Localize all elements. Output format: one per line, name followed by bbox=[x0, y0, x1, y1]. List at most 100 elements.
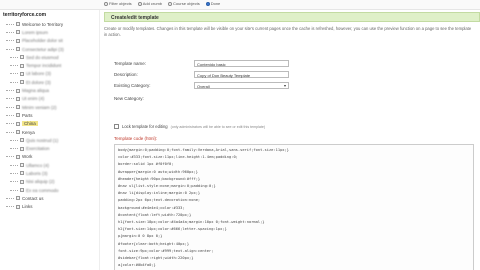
tree-item-label[interactable]: Exercitation bbox=[26, 146, 50, 151]
code-line: #nav ul{list-style:none;margin:0;padding… bbox=[118, 184, 216, 189]
page-icon bbox=[20, 55, 24, 60]
tree-item-label[interactable]: Ut enim (4) bbox=[22, 96, 44, 101]
tree-item-label[interactable]: Work bbox=[22, 154, 32, 159]
page-icon bbox=[20, 179, 24, 184]
filter-option-done[interactable]: Done bbox=[205, 1, 221, 6]
tree-item-label[interactable]: Ut labore (3) bbox=[26, 71, 51, 76]
page-tree: Welcome to Territory Lorem ipsum Placehold… bbox=[2, 20, 98, 211]
tree-item[interactable]: Ullamco (4) bbox=[2, 161, 98, 169]
code-line: font-size:9px;color:#999;text-align:cent… bbox=[118, 248, 214, 253]
filter-label: Done bbox=[210, 1, 221, 6]
filter-options: Filter objects Add crumb Course objects … bbox=[104, 1, 220, 6]
tree-item[interactable]: Sed do eiusmod bbox=[2, 53, 98, 61]
code-line: #nav li{display:inline;margin:0 2px;} bbox=[118, 191, 201, 196]
category-select[interactable]: Overall ▾ bbox=[194, 82, 289, 89]
tree-item[interactable]: Kenya bbox=[2, 128, 98, 136]
tree-item[interactable]: Nisi aliquip (2) bbox=[2, 178, 98, 186]
template-name-label: Template name: bbox=[114, 61, 147, 66]
tree-item[interactable]: Consectetur adipi (3) bbox=[2, 45, 98, 53]
tree-item[interactable]: Minim veniam (2) bbox=[2, 103, 98, 111]
template-code-textarea[interactable]: body{margin:0;padding:0;font-family:Verd… bbox=[114, 144, 474, 270]
tree-item[interactable]: Quis nostrud (1) bbox=[2, 136, 98, 144]
tree-item[interactable]: Contact us bbox=[2, 194, 98, 202]
category-label: Existing Category: bbox=[114, 83, 151, 88]
tree-item-label[interactable]: Consectetur adipi (3) bbox=[22, 47, 64, 52]
code-line: #header{height:90px;background:#fff;} bbox=[118, 176, 201, 181]
tree-connector bbox=[6, 114, 14, 116]
description-input[interactable]: Copy of Don Beauty Template bbox=[194, 71, 289, 78]
code-line: #content{float:left;width:720px;} bbox=[118, 212, 192, 217]
filter-option-objects[interactable]: Filter objects bbox=[104, 1, 132, 6]
tree-item-label[interactable]: Welcome to Territory bbox=[22, 22, 63, 27]
radio-icon[interactable] bbox=[104, 1, 108, 6]
site-name[interactable]: territoryforce.com bbox=[3, 12, 46, 18]
tree-connector bbox=[10, 81, 18, 83]
tree-item-label[interactable]: Magna aliqua bbox=[22, 88, 49, 93]
tree-item-label[interactable]: Minim veniam (2) bbox=[22, 105, 57, 110]
tree-connector bbox=[6, 31, 14, 33]
tree-item[interactable]: Laboris (3) bbox=[2, 169, 98, 177]
tree-item[interactable]: Exercitation bbox=[2, 144, 98, 152]
filter-option-crumb[interactable]: Add crumb bbox=[137, 1, 163, 6]
tree-item-label[interactable]: Nisi aliquip (2) bbox=[26, 179, 55, 184]
tree-item[interactable]: Ut labore (3) bbox=[2, 70, 98, 78]
tree-item-label[interactable]: Links bbox=[22, 204, 33, 209]
code-line: border:solid 1px #f0f0f0; bbox=[118, 162, 174, 167]
tree-item-label[interactable]: Placeholder dolor sit bbox=[22, 38, 63, 43]
tree-item[interactable]: Ut enim (4) bbox=[2, 95, 98, 103]
code-label: Template code (html): bbox=[114, 136, 158, 141]
code-line: h2{font-size:14px;color:#666;letter-spac… bbox=[118, 227, 227, 232]
tree-item[interactable]: Magna aliqua bbox=[2, 86, 98, 94]
tree-connector bbox=[6, 156, 14, 158]
tree-item[interactable]: Et dolore (3) bbox=[2, 78, 98, 86]
tree-item-label[interactable]: Contact us bbox=[22, 196, 44, 201]
filter-option-course[interactable]: Course objects bbox=[168, 1, 200, 6]
lock-template-checkbox[interactable] bbox=[114, 124, 119, 129]
tree-item-label[interactable]: Lorem ipsum bbox=[22, 30, 48, 35]
tree-item-label[interactable]: China bbox=[22, 121, 38, 127]
tree-item[interactable]: Placeholder dolor sit bbox=[2, 37, 98, 45]
sidebar: territoryforce.com Welcome to Territory L… bbox=[0, 10, 100, 270]
tree-item-label[interactable]: Ullamco (4) bbox=[26, 163, 49, 168]
tree-item-label[interactable]: Kenya bbox=[22, 130, 35, 135]
tree-connector bbox=[6, 131, 14, 133]
tree-item-label[interactable]: Et dolore (3) bbox=[26, 80, 51, 85]
filter-bar: Filter objects Add crumb Course objects … bbox=[0, 0, 480, 10]
page-icon bbox=[16, 47, 20, 52]
category-row: Existing Category: Overall ▾ bbox=[114, 82, 289, 89]
tree-item[interactable]: Lorem ipsum bbox=[2, 28, 98, 36]
tree-item[interactable]: Ex ea commodo bbox=[2, 186, 98, 194]
radio-icon[interactable] bbox=[168, 1, 173, 6]
page-icon bbox=[20, 163, 24, 168]
tree-item-label[interactable]: Parts bbox=[22, 113, 33, 118]
template-name-input[interactable]: Contenido basic bbox=[194, 60, 289, 67]
tree-item[interactable]: Parts bbox=[2, 111, 98, 119]
page-icon bbox=[16, 30, 20, 35]
page-icon bbox=[16, 121, 20, 126]
filter-label: Add crumb bbox=[142, 1, 163, 6]
tree-item[interactable]: Links bbox=[2, 203, 98, 211]
radio-icon[interactable] bbox=[137, 1, 142, 6]
page-icon bbox=[20, 63, 24, 68]
tree-item-label[interactable]: Quis nostrud (1) bbox=[26, 138, 58, 143]
tree-item[interactable]: Tempor incididunt bbox=[2, 61, 98, 69]
tree-item[interactable]: Welcome to Territory bbox=[2, 20, 98, 28]
tree-item[interactable]: Work bbox=[2, 153, 98, 161]
code-line: body{margin:0;padding:0;font-family:Verd… bbox=[118, 148, 289, 152]
page-icon bbox=[20, 138, 24, 143]
code-line: h1{font-size:18px;color:#4a4a4a;margin:1… bbox=[118, 220, 265, 225]
page-icon bbox=[20, 188, 24, 193]
tree-item-label[interactable]: Sed do eiusmod bbox=[26, 55, 59, 60]
new-category-label: New Category: bbox=[114, 96, 144, 101]
page-icon bbox=[16, 204, 20, 209]
lock-template-hint: (only administrators will be able to see… bbox=[170, 124, 266, 129]
radio-selected-icon[interactable] bbox=[205, 1, 210, 6]
tree-connector bbox=[6, 23, 14, 25]
tree-connector bbox=[10, 148, 18, 150]
code-line: color:#333;font-size:11px;line-height:1.… bbox=[118, 155, 238, 160]
page-icon bbox=[16, 196, 20, 201]
tree-item-label[interactable]: Tempor incididunt bbox=[26, 63, 61, 68]
tree-item[interactable]: China bbox=[2, 120, 98, 128]
tree-item-label[interactable]: Laboris (3) bbox=[26, 171, 48, 176]
tree-item-label[interactable]: Ex ea commodo bbox=[26, 188, 59, 193]
